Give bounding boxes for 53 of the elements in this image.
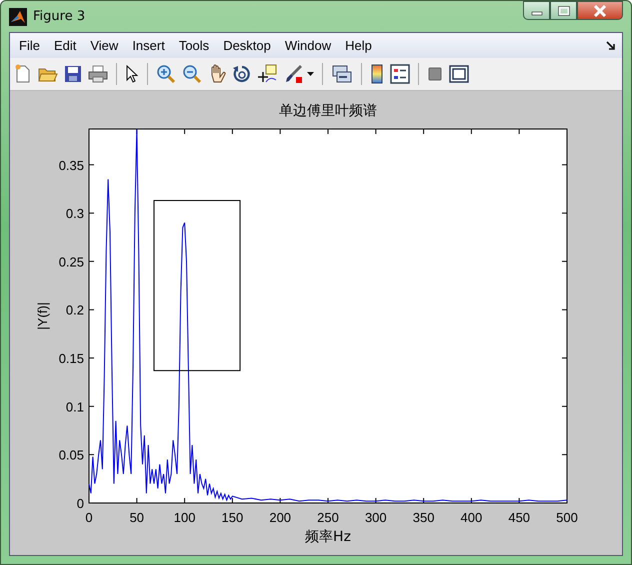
- print-icon[interactable]: [88, 65, 108, 83]
- pointer-icon[interactable]: [125, 65, 139, 83]
- save-icon[interactable]: [64, 65, 82, 83]
- tick-label: 100: [174, 510, 196, 525]
- tick-label: 50: [130, 510, 144, 525]
- tick-label: 350: [412, 510, 434, 525]
- tick-label: 500: [556, 510, 578, 525]
- caret-icon[interactable]: [307, 72, 314, 76]
- menu-item[interactable]: File: [12, 34, 47, 56]
- tick-label: 0.3: [66, 206, 84, 222]
- zoom-out-icon[interactable]: [182, 64, 202, 84]
- legend-icon[interactable]: [390, 64, 410, 84]
- linked-windows-icon[interactable]: [331, 64, 353, 84]
- chart-title: 单边傅里叶频谱: [279, 103, 377, 119]
- tick-label: 0.1: [66, 399, 84, 414]
- menu-item[interactable]: Edit: [46, 34, 84, 56]
- close-button[interactable]: [577, 1, 623, 20]
- brush-icon[interactable]: [284, 64, 304, 84]
- close-icon: [593, 4, 607, 16]
- zoom-in-icon[interactable]: [156, 64, 176, 84]
- menu-item[interactable]: Tools: [172, 34, 216, 56]
- tick-label: 0.25: [58, 254, 84, 270]
- tick-label: 450: [508, 510, 530, 525]
- plot-window-icon[interactable]: [449, 65, 469, 83]
- maximize-icon: [558, 6, 570, 16]
- dock-arrow-icon[interactable]: [606, 40, 616, 50]
- tick-label: 0: [76, 496, 84, 511]
- tick-label: 200: [269, 510, 292, 525]
- tick-label: 0: [85, 510, 93, 525]
- tick-label: 300: [364, 510, 387, 525]
- tick-label: 150: [222, 510, 244, 525]
- window-title: Figure 3: [33, 9, 86, 24]
- menu-item[interactable]: Help: [338, 34, 379, 56]
- x-axis-title: 频率Hz: [305, 529, 351, 545]
- colorbar-icon[interactable]: [370, 64, 384, 84]
- tick-label: 0.2: [66, 302, 84, 318]
- new-file-icon[interactable]: [14, 64, 32, 84]
- maximize-button[interactable]: [550, 1, 577, 20]
- minimize-button[interactable]: [523, 1, 550, 20]
- tick-label: 0.15: [58, 351, 84, 366]
- menu-item[interactable]: Desktop: [216, 34, 278, 56]
- tick-label: 250: [317, 510, 339, 525]
- menu-item[interactable]: View: [83, 34, 126, 56]
- tick-label: 0.35: [58, 158, 84, 173]
- menu-item[interactable]: Window: [278, 34, 338, 56]
- menu-item[interactable]: Insert: [125, 34, 172, 56]
- tick-label: 0.05: [58, 448, 84, 463]
- data-cursor-icon[interactable]: [258, 64, 278, 84]
- tick-label: 400: [460, 510, 482, 525]
- rotate-icon[interactable]: [232, 64, 252, 84]
- app-logo-icon: [9, 8, 27, 26]
- hide-tools-icon[interactable]: [427, 66, 443, 82]
- y-axis-title: |Y(f)|: [35, 302, 50, 330]
